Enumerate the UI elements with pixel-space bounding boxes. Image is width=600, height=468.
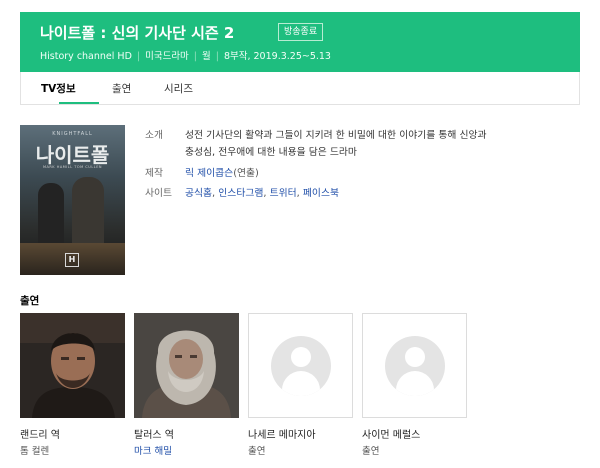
poster-top-text: KNIGHTFALL xyxy=(52,131,93,137)
program-meta: History channel HD | 미국드라마 | 월 | 8부작, 2019.3.2… xyxy=(40,48,331,62)
site-separator: , xyxy=(296,188,300,199)
tab-series[interactable]: 시리즈 xyxy=(164,81,193,96)
producer-link[interactable]: 릭 제이콥슨 xyxy=(185,168,233,179)
cast-name[interactable]: 나세르 메마지아 xyxy=(248,426,316,441)
producer-value: 릭 제이콥슨(연출) xyxy=(185,166,259,181)
status-badge: 방송종료 xyxy=(278,23,324,41)
placeholder-body xyxy=(282,371,320,396)
tab-cast[interactable]: 출연 xyxy=(112,81,131,96)
person-placeholder-icon xyxy=(271,336,331,396)
meta-divider: | xyxy=(215,51,219,62)
synopsis-label: 소개 xyxy=(145,130,164,141)
placeholder-head xyxy=(291,347,311,367)
actor-portrait xyxy=(20,313,125,418)
cast-role[interactable]: 탈러스 역 xyxy=(134,426,174,441)
cast-section-title: 출연 xyxy=(20,295,40,307)
actor-portrait xyxy=(134,313,239,418)
placeholder-body xyxy=(396,371,434,396)
person-placeholder-icon xyxy=(385,336,445,396)
tab-bar: TV정보 출연 시리즈 xyxy=(20,72,580,105)
producer-label: 제작 xyxy=(145,168,164,179)
site-link-twitter[interactable]: 트위터 xyxy=(270,188,297,199)
poster-image[interactable]: KNIGHTFALL 나이트폴 MARK HAMILL TOM CULLEN H xyxy=(20,125,125,275)
site-link-instagram[interactable]: 인스타그램 xyxy=(218,188,263,199)
cast-name[interactable]: 사이먼 메럴스 xyxy=(362,426,420,441)
tab-tv-info[interactable]: TV정보 xyxy=(41,81,76,96)
meta-airday: 월 xyxy=(202,51,211,62)
actor-photo[interactable] xyxy=(20,313,125,418)
poster-title: 나이트폴 xyxy=(35,143,110,167)
cast-role-sub: 출연 xyxy=(362,446,380,457)
site-link-official[interactable]: 공식홈 xyxy=(185,188,212,199)
meta-divider: | xyxy=(136,51,141,62)
meta-channel[interactable]: History channel HD xyxy=(40,51,132,62)
meta-divider: | xyxy=(193,51,197,62)
site-separator: , xyxy=(212,188,216,199)
history-logo-icon: H xyxy=(65,253,79,267)
meta-genre: 미국드라마 xyxy=(145,51,189,62)
meta-episodes: 8부작, 2019.3.25~5.13 xyxy=(223,51,331,62)
placeholder-head xyxy=(405,347,425,367)
producer-role: (연출) xyxy=(233,168,259,179)
cast-role-sub: 출연 xyxy=(248,446,266,457)
site-separator: , xyxy=(263,188,267,199)
placeholder-photo[interactable] xyxy=(362,313,467,418)
placeholder-photo[interactable] xyxy=(248,313,353,418)
program-header: 나이트폴 : 신의 기사단 시즌 2 방송종료 History channel … xyxy=(20,12,580,72)
sites-label: 사이트 xyxy=(145,188,173,199)
poster-figure xyxy=(72,177,104,253)
actor-photo[interactable] xyxy=(134,313,239,418)
synopsis-line: 충성심, 전우애에 대한 내용을 담은 드라마 xyxy=(185,147,357,158)
site-link-facebook[interactable]: 페이스북 xyxy=(303,188,339,199)
cast-role[interactable]: 랜드리 역 xyxy=(20,426,60,441)
cast-actor-link[interactable]: 마크 해밀 xyxy=(134,443,172,457)
program-title[interactable]: 나이트폴 : 신의 기사단 시즌 2 xyxy=(40,22,234,43)
poster-credits: MARK HAMILL TOM CULLEN xyxy=(42,165,103,169)
synopsis-line: 성전 기사단의 활약과 그들이 지키려 한 비밀에 대한 이야기를 통해 신앙과 xyxy=(185,130,487,141)
active-tab-indicator xyxy=(59,102,99,104)
cast-actor[interactable]: 톰 컬렌 xyxy=(20,443,49,457)
sites-value: 공식홈, 인스타그램, 트위터, 페이스북 xyxy=(185,186,339,201)
